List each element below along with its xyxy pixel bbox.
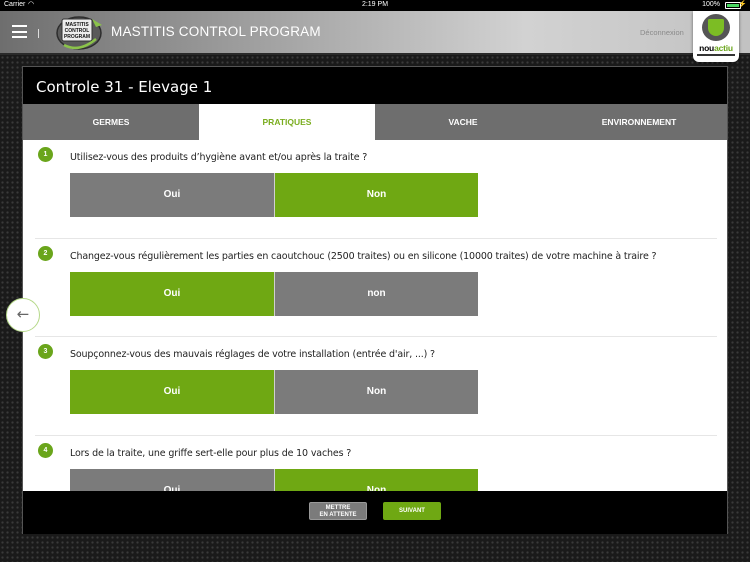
logout-link[interactable]: Déconnexion bbox=[640, 28, 684, 37]
brand-name-part1: nou bbox=[699, 43, 715, 53]
question-number-badge: 2 bbox=[38, 245, 53, 261]
header-divider bbox=[38, 29, 39, 38]
brand-tagline bbox=[697, 54, 735, 56]
next-button[interactable]: SUIVANT bbox=[383, 502, 441, 520]
question-item: 3 Soupçonnez-vous des mauvais réglages d… bbox=[35, 337, 717, 436]
tab-germes[interactable]: GERMES bbox=[23, 104, 199, 140]
question-number-badge: 4 bbox=[38, 442, 53, 458]
answer-group: Oui non bbox=[70, 271, 478, 316]
tab-environnement[interactable]: ENVIRONNEMENT bbox=[551, 104, 727, 140]
page-title: Controle 31 - Elevage 1 bbox=[36, 78, 213, 96]
panel-footer: METTRE EN ATTENTE SUIVANT bbox=[23, 491, 727, 534]
question-item: 2 Changez-vous régulièrement les parties… bbox=[35, 239, 717, 337]
question-number-badge: 1 bbox=[38, 147, 53, 162]
answer-non-button[interactable]: non bbox=[274, 271, 478, 316]
tab-pratiques[interactable]: PRATIQUES bbox=[199, 104, 375, 140]
back-button[interactable]: ← bbox=[6, 298, 40, 332]
question-text: Utilisez-vous des produits d’hygiène ava… bbox=[70, 152, 368, 163]
brand-name: nouactiu bbox=[693, 43, 739, 53]
mastitis-logo: MASTITIS CONTROL PROGRAM bbox=[54, 13, 104, 51]
answer-group: Oui Non bbox=[70, 173, 478, 217]
answer-oui-button[interactable]: Oui bbox=[70, 468, 274, 491]
nouactiu-logo: nouactiu bbox=[693, 11, 739, 62]
clock: 2:19 PM bbox=[361, 1, 389, 8]
hamburger-menu-icon[interactable] bbox=[12, 25, 27, 38]
question-text: Changez-vous régulièrement les parties e… bbox=[70, 250, 657, 262]
arrow-left-icon: ← bbox=[16, 305, 30, 323]
app-title: MASTITIS CONTROL PROGRAM bbox=[111, 24, 321, 39]
control-panel: Controle 31 - Elevage 1 GERMES PRATIQUES… bbox=[22, 66, 728, 534]
answer-group: Oui Non bbox=[70, 370, 478, 414]
hold-label-line2: EN ATTENTE bbox=[319, 512, 357, 518]
answer-non-button[interactable]: Non bbox=[274, 370, 478, 414]
status-bar: Carrier ◠ 2:19 PM 100% ⚡ bbox=[0, 0, 750, 11]
answer-oui-button[interactable]: Oui bbox=[70, 173, 274, 217]
answer-oui-button[interactable]: Oui bbox=[70, 370, 274, 414]
answer-non-button[interactable]: Non bbox=[274, 468, 478, 491]
brand-mark-icon bbox=[702, 14, 730, 41]
questions-list[interactable]: 1 Utilisez-vous des produits d’hygiène a… bbox=[23, 140, 727, 491]
app-header: MASTITIS CONTROL PROGRAM MASTITIS CONTRO… bbox=[0, 11, 750, 55]
answer-non-button[interactable]: Non bbox=[274, 173, 478, 217]
answer-oui-button[interactable]: Oui bbox=[70, 271, 274, 316]
question-text: Soupçonnez-vous des mauvais réglages de … bbox=[70, 349, 435, 360]
tab-bar: GERMES PRATIQUES VACHE ENVIRONNEMENT bbox=[23, 104, 727, 140]
answer-group: Oui Non bbox=[70, 468, 478, 491]
battery-percent: 100% bbox=[702, 1, 720, 8]
svg-text:PROGRAM: PROGRAM bbox=[64, 34, 90, 40]
tab-vache[interactable]: VACHE bbox=[375, 104, 551, 140]
question-text: Lors de la traite, une griffe sert-elle … bbox=[70, 447, 352, 459]
question-number-badge: 3 bbox=[38, 344, 53, 359]
question-item: 4 Lors de la traite, une griffe sert-ell… bbox=[35, 436, 717, 491]
put-on-hold-button[interactable]: METTRE EN ATTENTE bbox=[309, 502, 367, 520]
brand-name-part2: actiu bbox=[714, 43, 733, 53]
charging-icon: ⚡ bbox=[738, 1, 747, 8]
hold-label-line1: METTRE bbox=[325, 505, 351, 511]
question-item: 1 Utilisez-vous des produits d’hygiène a… bbox=[35, 140, 717, 239]
